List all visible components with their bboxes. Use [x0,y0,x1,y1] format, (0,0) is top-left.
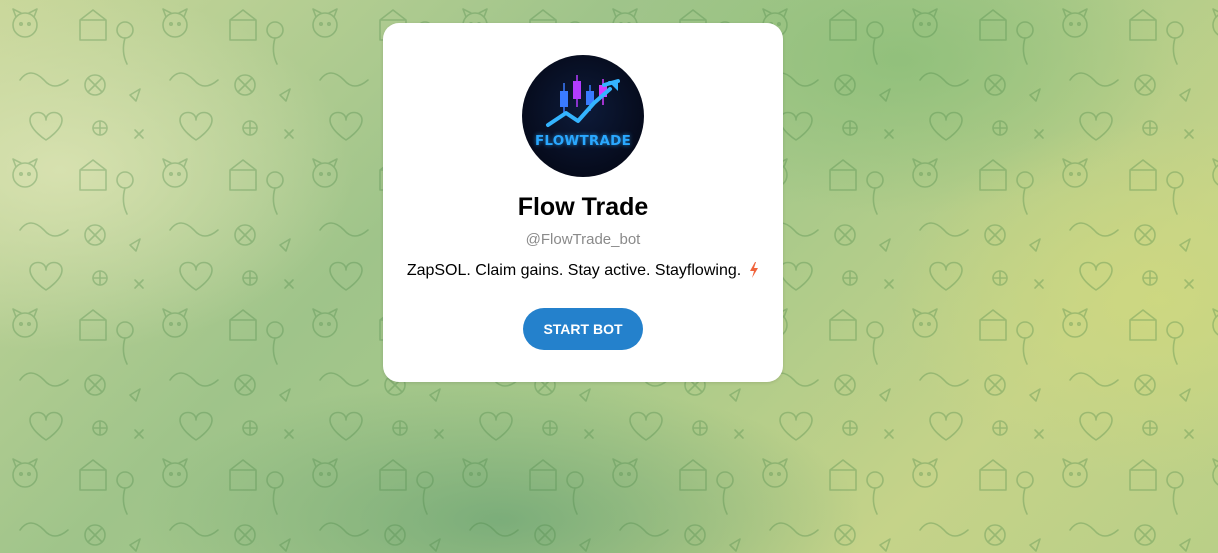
avatar-logo-text: FLOWTRADE [535,133,631,149]
bot-description: ZapSOL. Claim gains. Stay active. Stayfl… [406,262,742,279]
bot-name: Flow Trade [517,193,649,221]
start-bot-button[interactable]: START BOT [523,308,643,350]
lightning-bolt-icon [749,262,759,283]
bot-info-card: FLOWTRADE Flow Trade @FlowTrade_bot ZapS… [383,23,783,382]
bot-description-row: ZapSOL. Claim gains. Stay active. Stayfl… [383,262,783,283]
bot-username: @FlowTrade_bot [525,231,641,248]
bot-avatar: FLOWTRADE [522,55,644,177]
trading-chart-icon [546,75,620,127]
